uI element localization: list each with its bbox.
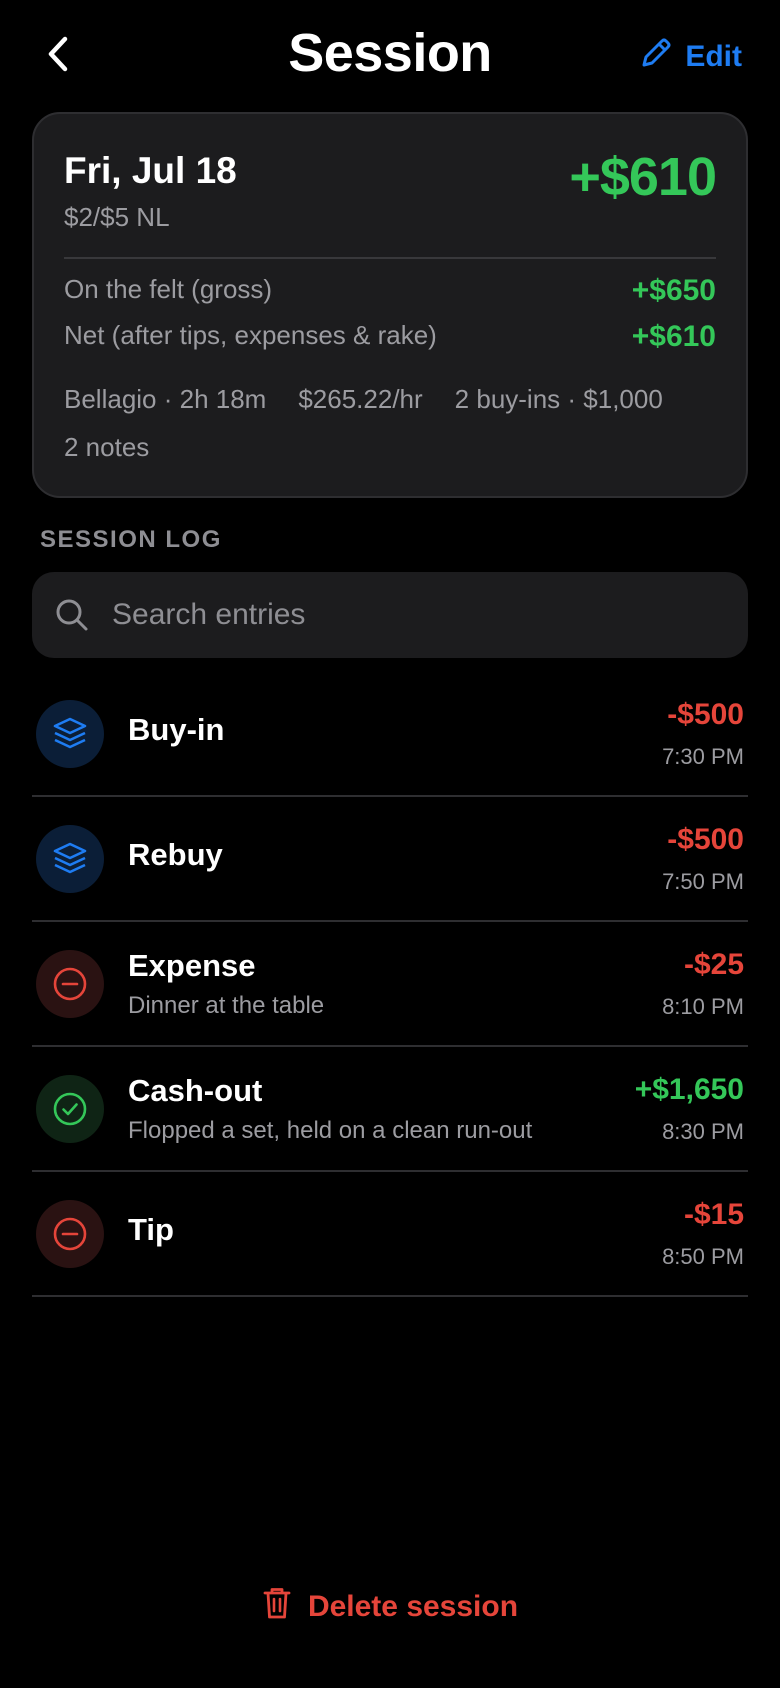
log-item-cash-out[interactable]: Cash-out Flopped a set, held on a clean … bbox=[32, 1047, 748, 1172]
session-screen: Session Edit Fri, Jul 18 $2/$5 NL +$610 … bbox=[0, 0, 780, 1688]
pencil-icon bbox=[639, 36, 673, 78]
session-stakes: $2/$5 NL bbox=[64, 202, 170, 232]
gross-row: On the felt (gross) +$650 bbox=[64, 274, 716, 308]
edit-label: Edit bbox=[685, 40, 742, 73]
log-item-amount: -$15 bbox=[683, 1198, 744, 1231]
search-icon bbox=[54, 597, 90, 633]
nav-header: Session Edit bbox=[0, 0, 780, 110]
log-item-time: 7:50 PM bbox=[662, 869, 744, 894]
log-item-title: Tip bbox=[128, 1212, 174, 1247]
log-item-buy-in[interactable]: Buy-in -$500 7:30 PM bbox=[32, 672, 748, 797]
log-item-subtitle: Flopped a set, held on a clean run-out bbox=[128, 1117, 533, 1144]
log-item-time: 8:50 PM bbox=[662, 1244, 744, 1269]
log-item-amount: +$1,650 bbox=[634, 1073, 744, 1106]
log-item-tip[interactable]: Tip -$15 8:50 PM bbox=[32, 1172, 748, 1297]
search-bar[interactable] bbox=[32, 572, 748, 658]
log-item-time: 7:30 PM bbox=[662, 744, 744, 769]
stack-icon bbox=[36, 825, 104, 893]
log-item-amount: -$500 bbox=[667, 698, 744, 731]
gross-label: On the felt (gross) bbox=[64, 274, 273, 304]
hourly-rate: $265.22/hr bbox=[298, 384, 423, 414]
session-summary-card: Fri, Jul 18 $2/$5 NL +$610 On the felt (… bbox=[32, 112, 748, 498]
session-total: +$610 bbox=[569, 147, 717, 207]
net-label: Net (after tips, expenses & rake) bbox=[64, 320, 437, 350]
log-item-title: Cash-out bbox=[128, 1073, 263, 1108]
session-log-list: Buy-in -$500 7:30 PM Rebuy -$500 7:50 PM… bbox=[32, 672, 748, 1297]
log-item-subtitle: Dinner at the table bbox=[128, 992, 325, 1019]
log-item-expense[interactable]: Expense Dinner at the table -$25 8:10 PM bbox=[32, 922, 748, 1047]
log-item-time: 8:30 PM bbox=[662, 1119, 744, 1144]
net-row: Net (after tips, expenses & rake) +$610 bbox=[64, 320, 716, 354]
venue-duration: Bellagio · 2h 18m bbox=[64, 384, 267, 414]
minus-circle-icon bbox=[36, 1200, 104, 1268]
log-item-title: Rebuy bbox=[128, 837, 223, 872]
log-item-time: 8:10 PM bbox=[662, 994, 744, 1019]
log-item-amount: -$25 bbox=[683, 948, 744, 981]
check-circle-icon bbox=[36, 1075, 104, 1143]
log-item-rebuy[interactable]: Rebuy -$500 7:50 PM bbox=[32, 797, 748, 922]
minus-circle-icon bbox=[36, 950, 104, 1018]
search-input[interactable] bbox=[112, 598, 712, 632]
log-item-title: Buy-in bbox=[128, 712, 225, 747]
log-item-title: Expense bbox=[128, 948, 256, 983]
session-date: Fri, Jul 18 bbox=[64, 150, 237, 191]
delete-session-button[interactable]: Delete session bbox=[0, 1586, 780, 1628]
section-label-session-log: SESSION LOG bbox=[40, 526, 222, 553]
edit-button[interactable]: Edit bbox=[639, 36, 742, 78]
net-value: +$610 bbox=[631, 320, 716, 353]
log-item-amount: -$500 bbox=[667, 823, 744, 856]
notes-count[interactable]: 2 notes bbox=[64, 432, 149, 463]
buyins-summary: 2 buy-ins · $1,000 bbox=[454, 384, 663, 414]
card-divider bbox=[64, 257, 716, 259]
gross-value: +$650 bbox=[631, 274, 716, 307]
stack-icon bbox=[36, 700, 104, 768]
delete-session-label: Delete session bbox=[307, 1590, 519, 1623]
session-meta: Bellagio · 2h 18m $265.22/hr 2 buy-ins ·… bbox=[64, 384, 716, 415]
trash-icon bbox=[262, 1586, 292, 1628]
